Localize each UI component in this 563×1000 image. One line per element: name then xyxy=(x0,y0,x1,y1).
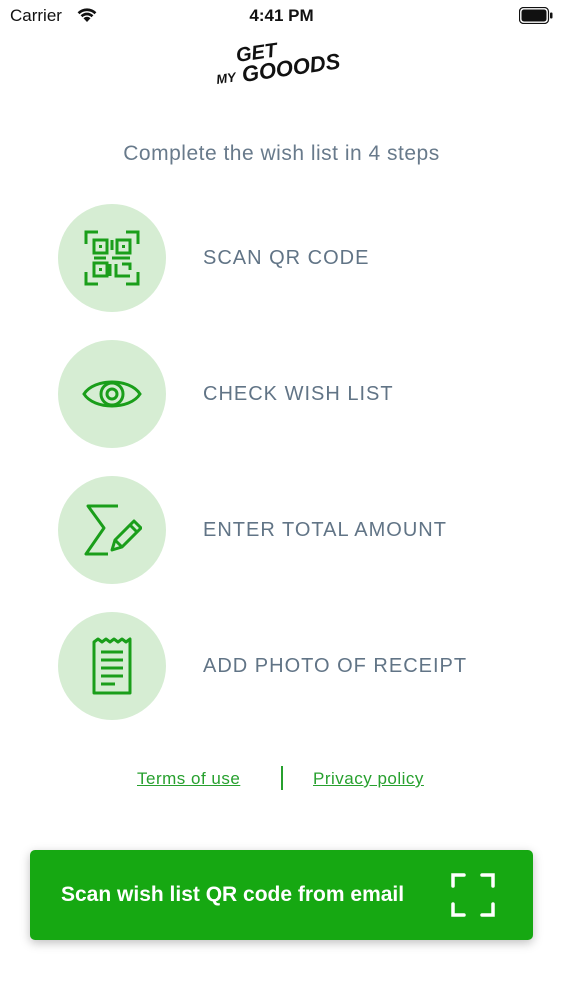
battery-icon xyxy=(519,7,553,24)
status-bar: Carrier 4:41 PM xyxy=(0,0,563,32)
step-enter-total: ENTER TOTAL AMOUNT xyxy=(58,476,508,584)
logo-line2: MY xyxy=(215,69,238,87)
footer-links: Terms of use Privacy policy xyxy=(0,766,563,792)
page-subtitle: Complete the wish list in 4 steps xyxy=(123,142,440,165)
step-scan-qr: SCAN QR CODE xyxy=(58,204,508,312)
eye-icon xyxy=(82,380,142,408)
get-my-gooods-logo: GET MY GOOODS xyxy=(215,40,342,87)
privacy-policy-link[interactable]: Privacy policy xyxy=(313,769,424,789)
scan-frame-icon xyxy=(451,873,495,917)
step-check-wish-list: CHECK WISH LIST xyxy=(58,340,508,448)
step-label: ENTER TOTAL AMOUNT xyxy=(203,519,447,541)
step-label: CHECK WISH LIST xyxy=(203,383,394,405)
step-circle xyxy=(58,340,166,448)
scan-qr-button[interactable]: Scan wish list QR code from email xyxy=(30,850,533,940)
receipt-icon xyxy=(92,637,132,695)
step-circle xyxy=(58,612,166,720)
step-label: SCAN QR CODE xyxy=(203,247,370,269)
links-divider xyxy=(281,766,283,790)
clock: 4:41 PM xyxy=(249,6,314,25)
scan-button-label: Scan wish list QR code from email xyxy=(61,883,405,906)
qr-code-icon xyxy=(84,230,140,286)
step-circle xyxy=(58,204,166,312)
terms-of-use-link[interactable]: Terms of use xyxy=(137,769,240,789)
sigma-pencil-icon xyxy=(84,504,142,556)
step-add-receipt: ADD PHOTO OF RECEIPT xyxy=(58,612,508,720)
step-label: ADD PHOTO OF RECEIPT xyxy=(203,655,468,677)
step-circle xyxy=(58,476,166,584)
